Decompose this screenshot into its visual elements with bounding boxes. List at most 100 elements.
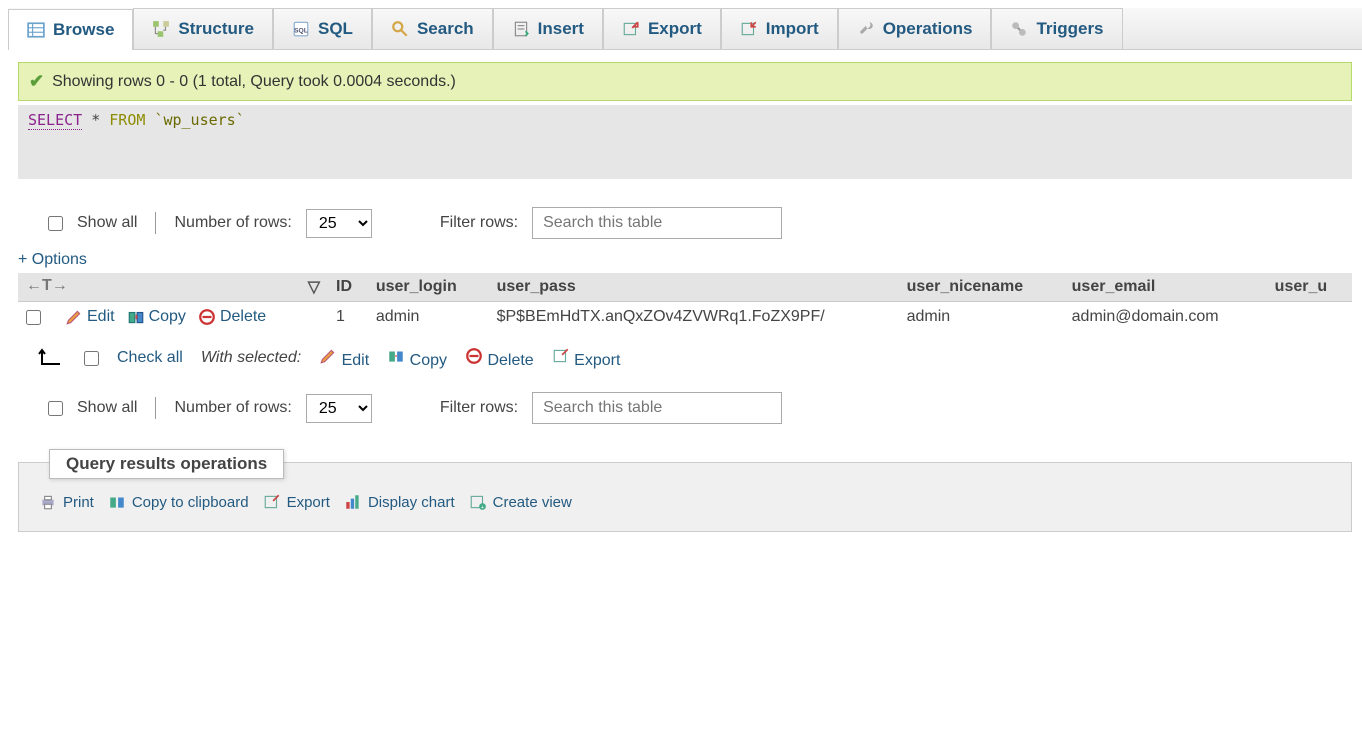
copy-label: Copy [149, 308, 186, 326]
sort-arrows-icon[interactable]: ←T→ [26, 277, 68, 294]
tab-label: Operations [883, 19, 973, 39]
tab-browse[interactable]: Browse [8, 9, 133, 50]
num-rows-select[interactable]: 25 [306, 394, 372, 423]
tab-insert[interactable]: Insert [493, 8, 603, 49]
printer-icon [39, 493, 57, 511]
options-toggle[interactable]: + Options [18, 247, 1352, 273]
svg-text:SQL: SQL [294, 27, 308, 34]
data-table: ←T→ ▽ ID user_login user_pass user_nicen… [18, 273, 1352, 332]
col-id[interactable]: ID [328, 273, 368, 302]
tab-structure[interactable]: Structure [133, 8, 273, 49]
success-text: Showing rows 0 - 0 (1 total, Query took … [52, 73, 456, 91]
insert-icon [512, 20, 530, 38]
num-rows-label: Number of rows: [174, 399, 291, 417]
tab-label: SQL [318, 19, 353, 39]
num-rows-label: Number of rows: [174, 214, 291, 232]
cell-truncated [1267, 302, 1352, 333]
table-icon [27, 21, 45, 39]
export-link[interactable]: Export [263, 493, 330, 511]
query-results-operations: Query results operations Print Copy to c… [18, 462, 1352, 532]
tab-sql[interactable]: SQL SQL [273, 8, 372, 49]
delete-icon [198, 308, 216, 326]
structure-icon [152, 20, 170, 38]
bulk-edit[interactable]: Edit [319, 347, 369, 370]
cell-user-pass: $P$BEmHdTX.anQxZOv4ZVWRq1.FoZX9PF/ [489, 302, 899, 333]
col-user-login[interactable]: user_login [368, 273, 489, 302]
bulk-delete[interactable]: Delete [465, 347, 534, 370]
search-icon [391, 20, 409, 38]
sql-table: `wp_users` [154, 111, 244, 129]
tab-search[interactable]: Search [372, 8, 493, 49]
show-all-label: Show all [77, 399, 137, 417]
check-all-link[interactable]: Check all [117, 349, 183, 367]
print-link[interactable]: Print [39, 493, 94, 511]
display-chart-link[interactable]: Display chart [344, 493, 455, 511]
create-view-link[interactable]: + Create view [469, 493, 572, 511]
tab-label: Structure [178, 19, 254, 39]
filter-input[interactable] [532, 207, 782, 239]
copy-icon [387, 347, 405, 365]
filter-label: Filter rows: [440, 214, 518, 232]
delete-icon [465, 347, 483, 365]
check-all-checkbox[interactable] [84, 351, 99, 366]
tab-label: Import [766, 19, 819, 39]
sql-icon: SQL [292, 20, 310, 38]
copy-clipboard-link[interactable]: Copy to clipboard [108, 493, 249, 511]
col-user-pass[interactable]: user_pass [489, 273, 899, 302]
arrow-up-icon [36, 346, 66, 370]
export-label: Export [287, 494, 330, 511]
tab-label: Search [417, 19, 474, 39]
check-icon: ✔ [29, 71, 44, 92]
separator [155, 397, 156, 419]
cell-user-login: admin [368, 302, 489, 333]
edit-label: Edit [87, 308, 115, 326]
show-all-checkbox[interactable] [48, 216, 63, 231]
pencil-icon [319, 347, 337, 365]
tab-export[interactable]: Export [603, 8, 721, 49]
tab-operations[interactable]: Operations [838, 8, 992, 49]
bulk-export-label: Export [574, 352, 620, 369]
tab-triggers[interactable]: Triggers [991, 8, 1122, 49]
bulk-copy[interactable]: Copy [387, 347, 447, 370]
edit-link[interactable]: Edit [65, 308, 115, 326]
display-chart-label: Display chart [368, 494, 455, 511]
import-icon [740, 20, 758, 38]
tab-label: Browse [53, 20, 114, 40]
cell-user-nicename: admin [899, 302, 1064, 333]
controls-bottom: Show all Number of rows: 25 Filter rows: [18, 384, 1352, 432]
col-truncated[interactable]: user_u [1267, 273, 1352, 302]
copy-icon [127, 308, 145, 326]
sql-query-box: SELECT * FROM `wp_users` [18, 105, 1352, 179]
bulk-actions: Check all With selected: Edit Copy Delet… [18, 332, 1352, 384]
show-all-checkbox[interactable] [48, 401, 63, 416]
qops-title: Query results operations [49, 449, 284, 479]
tab-label: Export [648, 19, 702, 39]
copy-link[interactable]: Copy [127, 308, 186, 326]
row-checkbox[interactable] [26, 310, 41, 325]
sort-indicator-icon[interactable]: ▽ [308, 277, 320, 297]
export-icon [622, 20, 640, 38]
export-icon [552, 347, 570, 365]
bulk-edit-label: Edit [342, 352, 370, 369]
bulk-export[interactable]: Export [552, 347, 621, 370]
separator [155, 212, 156, 234]
copy-icon [108, 493, 126, 511]
tab-import[interactable]: Import [721, 8, 838, 49]
with-selected-label: With selected: [201, 349, 301, 367]
actions-header: ←T→ ▽ [18, 273, 328, 302]
filter-input[interactable] [532, 392, 782, 424]
bulk-delete-label: Delete [487, 352, 533, 369]
print-label: Print [63, 494, 94, 511]
delete-label: Delete [220, 308, 266, 326]
show-all-label: Show all [77, 214, 137, 232]
col-user-nicename[interactable]: user_nicename [899, 273, 1064, 302]
sql-star: * [91, 111, 100, 129]
tab-label: Insert [538, 19, 584, 39]
export-icon [263, 493, 281, 511]
num-rows-select[interactable]: 25 [306, 209, 372, 238]
svg-text:+: + [481, 505, 484, 511]
sql-keyword: SELECT [28, 111, 82, 130]
col-user-email[interactable]: user_email [1064, 273, 1267, 302]
wrench-icon [857, 20, 875, 38]
delete-link[interactable]: Delete [198, 308, 266, 326]
